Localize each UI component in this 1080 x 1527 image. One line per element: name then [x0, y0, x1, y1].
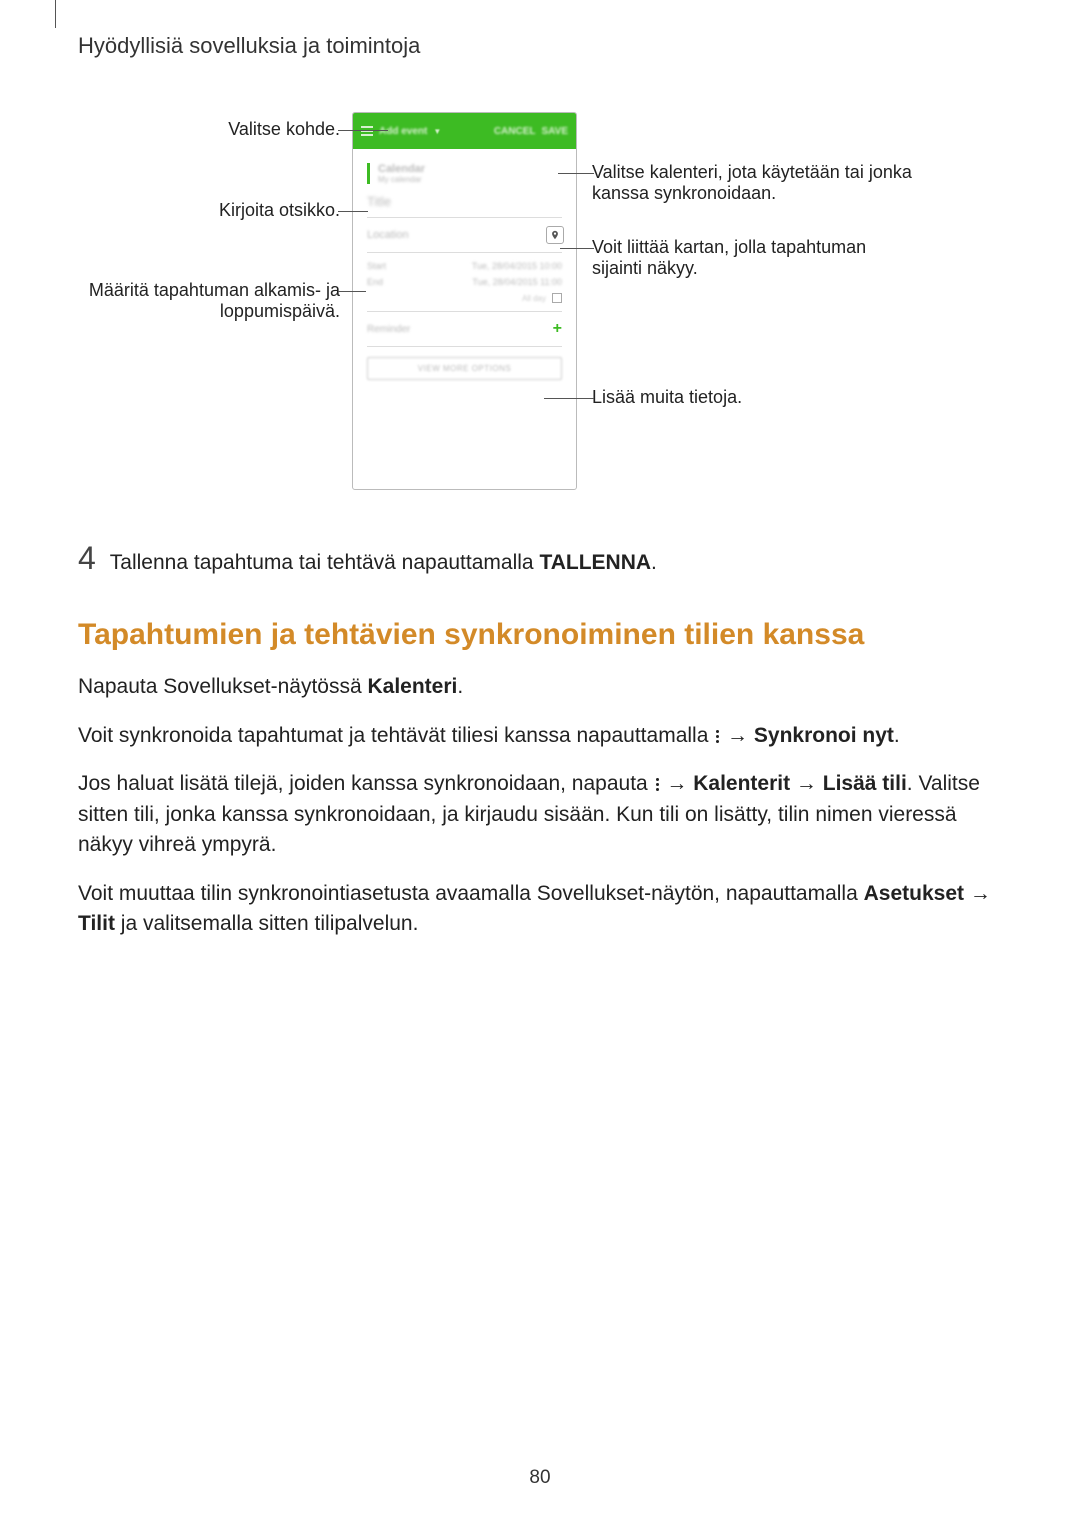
- location-pin-icon: [546, 226, 564, 244]
- phone-diagram: Add event ▼ CANCEL SAVE Calendar My cale…: [0, 112, 1080, 492]
- phone-frame: Add event ▼ CANCEL SAVE Calendar My cale…: [352, 112, 577, 490]
- phone-topbar: Add event ▼ CANCEL SAVE: [353, 113, 576, 149]
- leader-line: [338, 291, 366, 292]
- step-number: 4: [78, 540, 96, 577]
- title-input: Title: [367, 194, 562, 209]
- topbar-add-label: Add event: [379, 126, 427, 137]
- paragraph-2: Voit synkronoida tapahtumat ja tehtävät …: [78, 721, 1002, 751]
- leader-line: [338, 211, 368, 212]
- view-more-button: VIEW MORE OPTIONS: [367, 357, 562, 380]
- section-heading: Tapahtumien ja tehtävien synkronoiminen …: [78, 618, 1002, 652]
- end-value: Tue, 28/04/2015 11:00: [472, 277, 562, 287]
- reminder-label: Reminder: [367, 324, 410, 335]
- leader-line: [560, 248, 594, 249]
- paragraph-4: Voit muuttaa tilin synkronointiasetusta …: [78, 879, 1002, 940]
- reminder-row: Reminder +: [367, 320, 562, 338]
- step-text: Tallenna tapahtuma tai tehtävä napauttam…: [110, 548, 657, 578]
- calendar-sub: My calendar: [378, 175, 568, 184]
- start-row: Start Tue, 28/04/2015 10:00: [367, 261, 562, 271]
- topbar-cancel: CANCEL: [494, 126, 536, 137]
- step-4: 4 Tallenna tapahtuma tai tehtävä napautt…: [78, 540, 1002, 578]
- start-value: Tue, 28/04/2015 10:00: [472, 261, 562, 271]
- callout-calendar: Valitse kalenteri, jota käytetään tai jo…: [592, 162, 922, 204]
- divider: [367, 217, 562, 218]
- menu-icon: [361, 126, 373, 136]
- paragraph-3: Jos haluat lisätä tilejä, joiden kanssa …: [78, 769, 1002, 860]
- divider: [367, 311, 562, 312]
- calendar-selector: Calendar My calendar: [367, 163, 568, 184]
- callout-dates: Määritä tapahtuman alkamis- ja loppumisp…: [80, 280, 340, 322]
- callout-more: Lisää muita tietoja.: [592, 387, 872, 408]
- callout-target: Valitse kohde.: [80, 119, 340, 140]
- start-label: Start: [367, 261, 386, 271]
- callout-location: Voit liittää kartan, jolla tapahtuman si…: [592, 237, 892, 279]
- plus-icon: +: [553, 320, 562, 338]
- chevron-down-icon: ▼: [433, 127, 441, 136]
- body-content: 4 Tallenna tapahtuma tai tehtävä napautt…: [78, 540, 1002, 958]
- more-options-icon: [716, 730, 719, 743]
- location-row: Location: [367, 226, 564, 244]
- more-options-icon: [656, 778, 659, 791]
- page-tab-marker: [42, 0, 56, 28]
- page-number: 80: [0, 1467, 1080, 1489]
- leader-line: [338, 130, 388, 131]
- calendar-name: Calendar: [378, 163, 568, 175]
- paragraph-1: Napauta Sovellukset-näytössä Kalenteri.: [78, 672, 1002, 702]
- location-label: Location: [367, 229, 409, 241]
- divider: [367, 346, 562, 347]
- leader-line: [558, 173, 594, 174]
- allday-label: All day: [522, 294, 546, 303]
- allday-checkbox: [552, 293, 562, 303]
- end-row: End Tue, 28/04/2015 11:00: [367, 277, 562, 287]
- allday-row: All day: [367, 293, 562, 303]
- divider: [367, 252, 562, 253]
- leader-line: [544, 398, 594, 399]
- chapter-title: Hyödyllisiä sovelluksia ja toimintoja: [78, 33, 420, 59]
- topbar-save: SAVE: [542, 126, 569, 137]
- end-label: End: [367, 277, 383, 287]
- callout-title: Kirjoita otsikko.: [80, 200, 340, 221]
